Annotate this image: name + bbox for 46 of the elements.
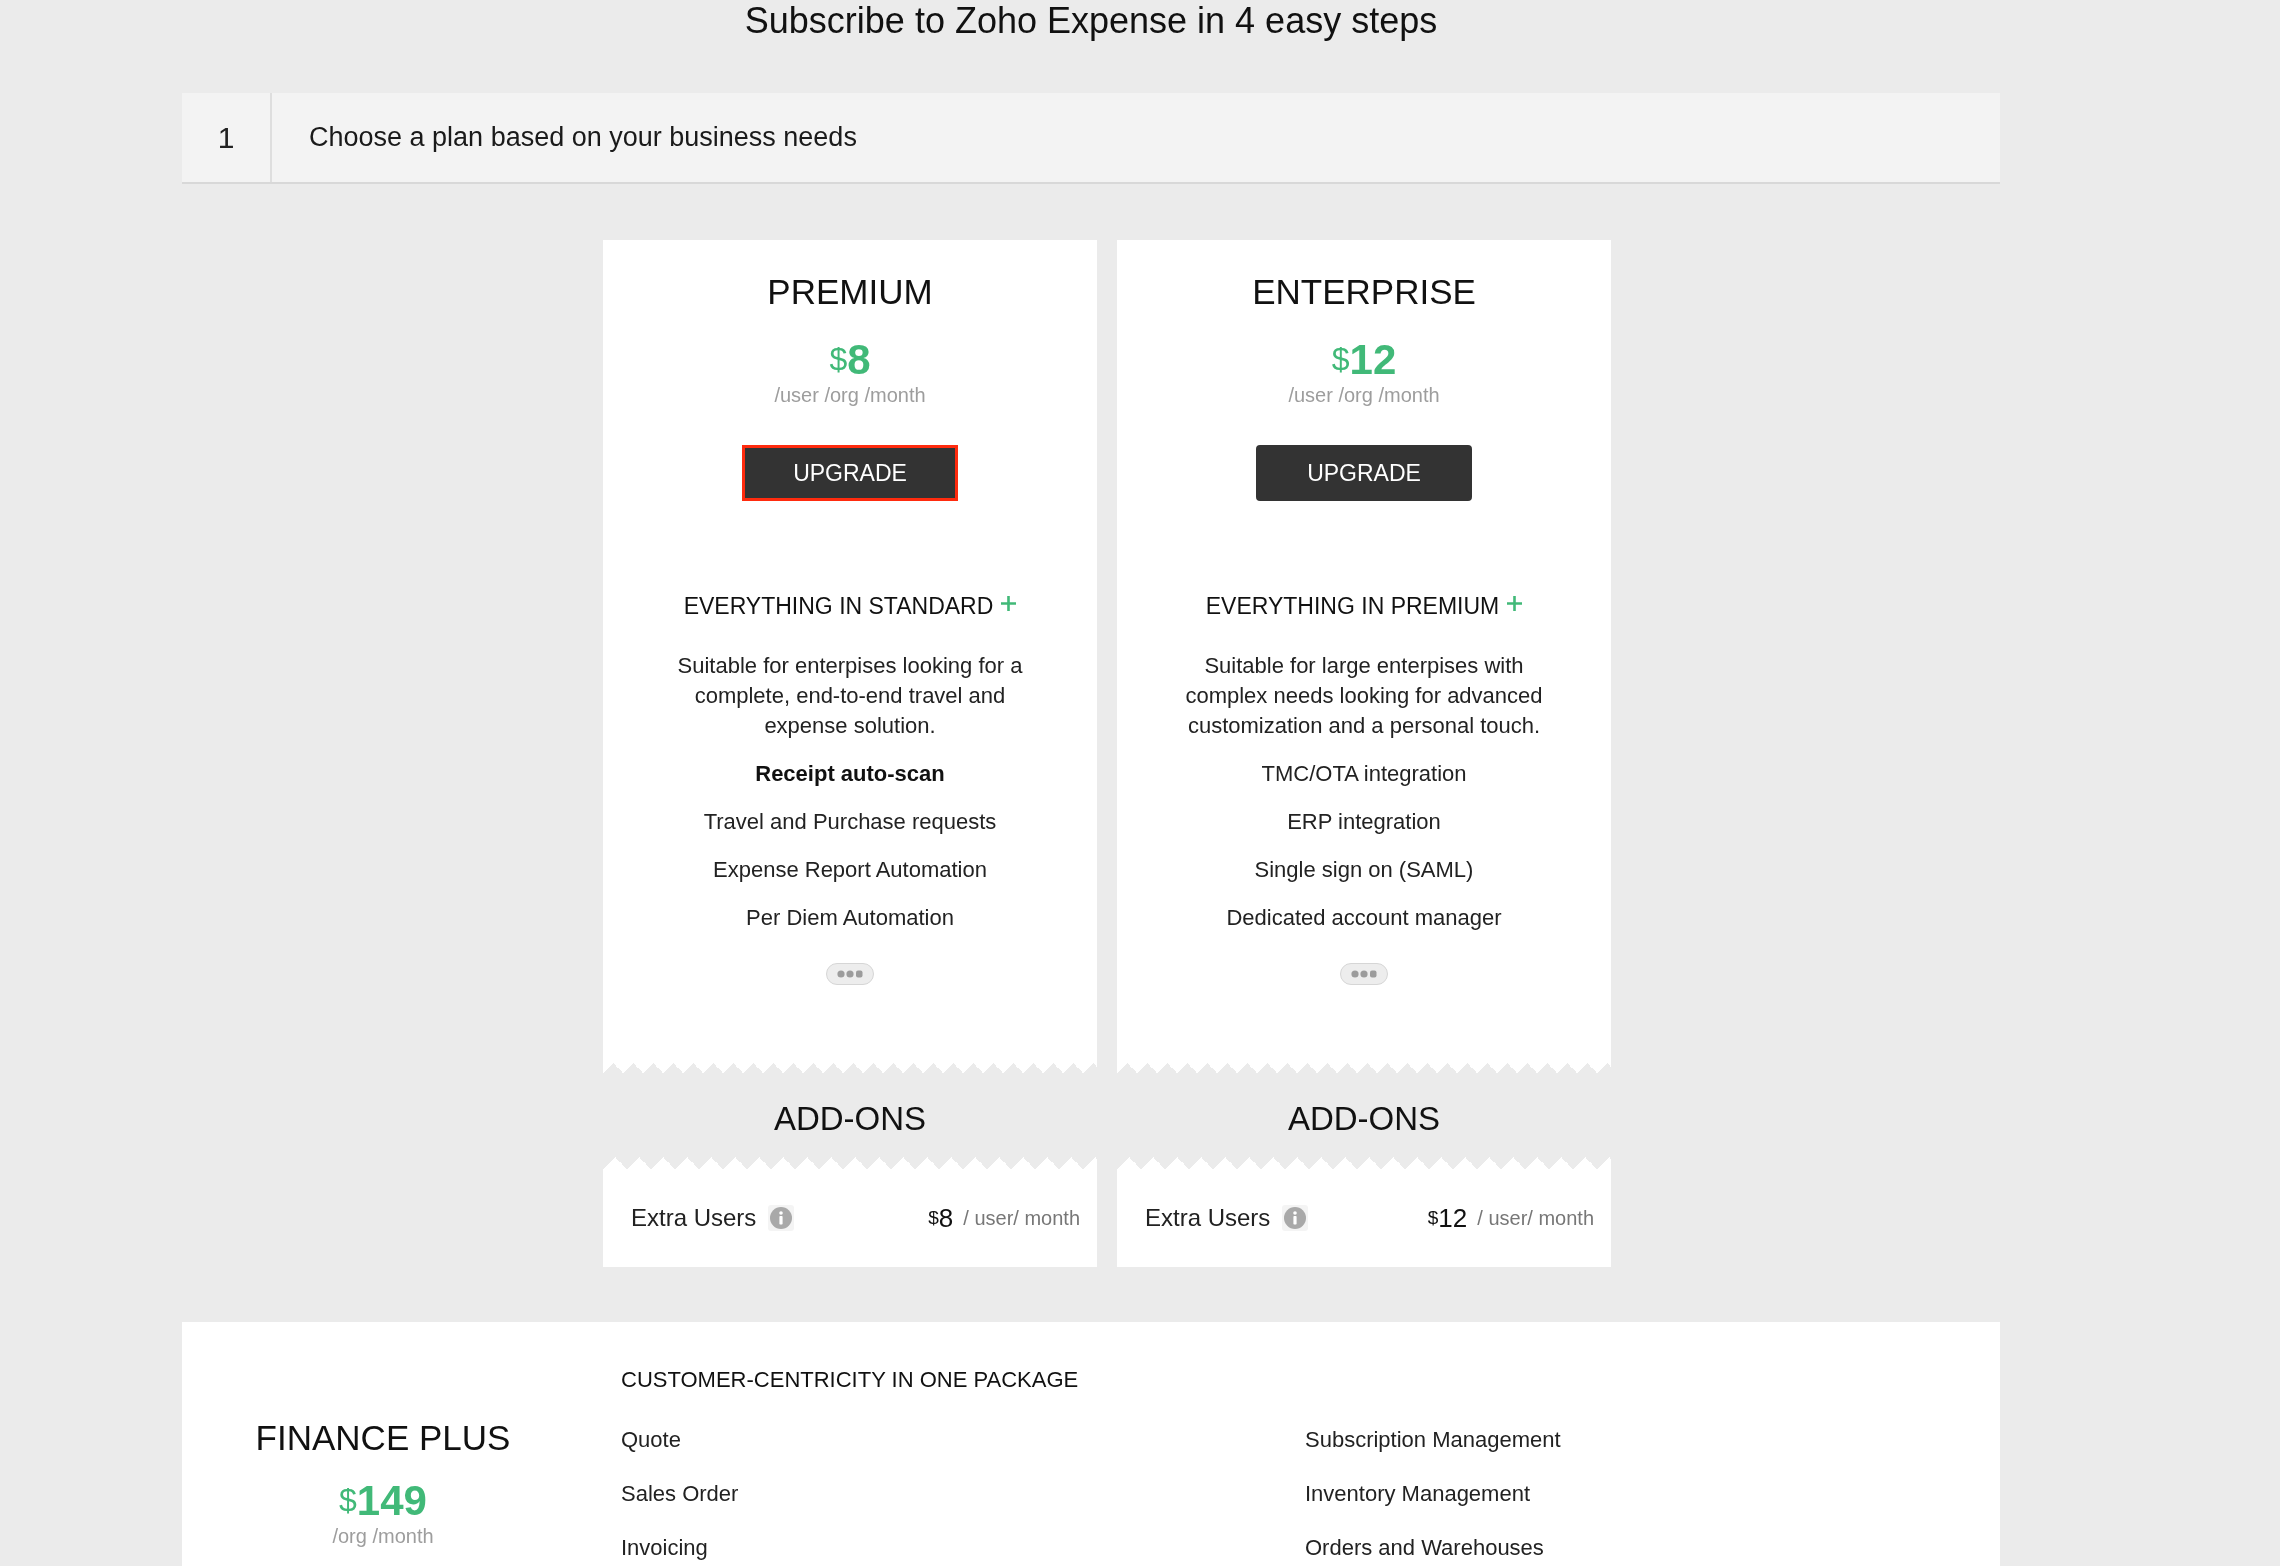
feature-item: Expense Report Automation [713, 856, 987, 884]
feature-item: TMC/OTA integration [1261, 760, 1467, 788]
upgrade-button[interactable]: UPGRADE [1256, 445, 1472, 501]
ellipsis-icon [1351, 970, 1377, 978]
feature-item: Orders and Warehouses [1305, 1534, 1545, 1562]
price-period: /user /org /month [1288, 383, 1440, 407]
package-heading: CUSTOMER-CENTRICITY IN ONE PACKAGE [621, 1366, 1080, 1394]
step-number: 1 [182, 93, 272, 182]
feature-item: Quote [621, 1426, 682, 1454]
plan-description: Suitable for large enterpises with complex needs looking for advanced customization and a personal touch. [1184, 652, 1544, 740]
feature-item: Per Diem Automation [746, 904, 954, 932]
price-period: /org /month [332, 1524, 434, 1548]
plan-name: FINANCE PLUS [255, 1418, 511, 1458]
includes-heading: EVERYTHING IN STANDARD [683, 592, 994, 621]
upgrade-button[interactable]: UPGRADE [742, 445, 958, 501]
info-icon [768, 1205, 795, 1231]
includes-heading: EVERYTHING IN PREMIUM [1205, 592, 1500, 621]
addons-heading: ADD-ONS [1287, 1099, 1441, 1139]
info-icon [1282, 1205, 1309, 1231]
plus-icon [1001, 595, 1017, 611]
addon-price: $^{$}$8 [928, 1202, 954, 1234]
plan-name: PREMIUM [767, 272, 933, 312]
plus-icon [1507, 595, 1523, 611]
more-button[interactable] [1340, 963, 1388, 985]
plan-description: Suitable for enterpises looking for a complete, end-to-end travel and expense solution. [676, 652, 1024, 740]
feature-item: Sales Order [621, 1480, 740, 1508]
addon-unit: / user/ month [963, 1206, 1080, 1230]
price-period: /user /org /month [774, 383, 926, 407]
addons-heading: ADD-ONS [773, 1099, 927, 1139]
feature-item: Invoicing [621, 1534, 709, 1562]
step-label: Choose a plan based on your business needs [309, 122, 857, 153]
feature-item: Receipt auto-scan [755, 760, 945, 788]
feature-item: Subscription Management [1305, 1426, 1562, 1454]
addon-unit: / user/ month [1477, 1206, 1594, 1230]
more-button[interactable] [826, 963, 874, 985]
addon-name: Extra Users [1145, 1204, 1271, 1232]
plan-name: ENTERPRISE [1252, 272, 1476, 312]
addon-price: $^{$}$12 [1427, 1202, 1468, 1234]
feature-item: Travel and Purchase requests [703, 808, 997, 836]
feature-item: Inventory Management [1305, 1480, 1532, 1508]
addon-name: Extra Users [631, 1204, 757, 1232]
feature-item: Single sign on (SAML) [1254, 856, 1474, 884]
page-title: Subscribe to Zoho Expense in 4 easy steps [743, 0, 1439, 42]
feature-item: Dedicated account manager [1226, 904, 1502, 932]
feature-item: ERP integration [1287, 808, 1441, 836]
ellipsis-icon [837, 970, 863, 978]
